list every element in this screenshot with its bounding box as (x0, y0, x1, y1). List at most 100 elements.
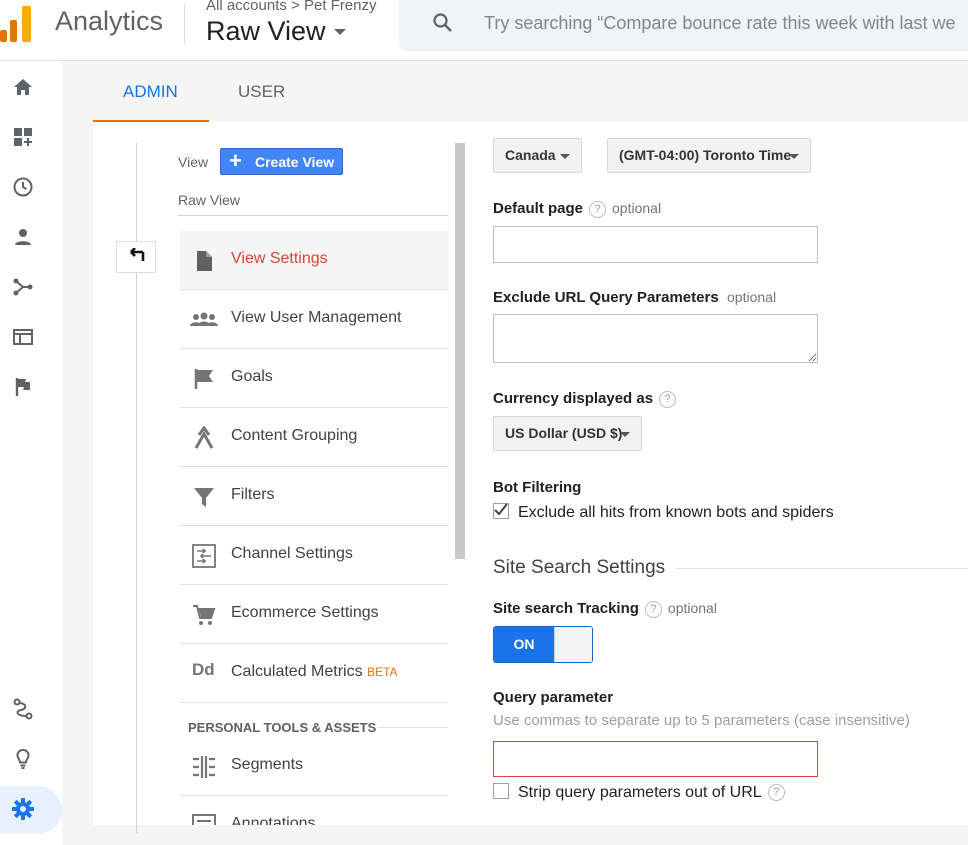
tab-admin[interactable]: ADMIN (123, 82, 178, 102)
nav-item-label: Calculated Metrics BETA (231, 663, 398, 681)
nav-item-label: Content Grouping (231, 427, 358, 444)
create-view-label: Create View (255, 154, 335, 170)
analytics-logo[interactable] (0, 4, 34, 42)
admin-rail-item[interactable] (0, 786, 62, 834)
optional-label: optional (612, 200, 662, 216)
view-selector[interactable]: Raw View (206, 16, 326, 47)
attribution-icon[interactable] (11, 697, 35, 721)
currency-label-text: Currency displayed as (493, 390, 654, 407)
bot-filtering-label: Bot Filtering (493, 479, 582, 496)
exclude-params-label-text: Exclude URL Query Parameters (493, 289, 719, 306)
flag-icon (194, 369, 213, 389)
optional-label: optional (727, 289, 777, 305)
bot-filtering-checkbox[interactable] (493, 503, 509, 519)
section-divider (676, 568, 968, 569)
tab-user[interactable]: USER (238, 82, 285, 102)
calculated-metrics-label: Calculated Metrics (231, 663, 363, 680)
nav-item-content-grouping[interactable]: Content Grouping (180, 408, 448, 467)
site-search-heading: Site Search Settings (493, 557, 666, 578)
caret-down-icon (620, 432, 630, 437)
channel-icon (192, 544, 216, 568)
default-page-input[interactable] (493, 226, 818, 263)
help-icon[interactable]: ? (659, 390, 677, 408)
help-icon[interactable]: ? (644, 600, 662, 618)
caret-down-icon (789, 154, 799, 159)
view-label: View (178, 154, 209, 170)
nav-item-ecommerce-settings[interactable]: Ecommerce Settings (180, 585, 448, 644)
nav-item-label: View User Management (231, 309, 402, 326)
create-view-button[interactable]: + Create View (220, 148, 343, 175)
plus-icon: + (229, 148, 242, 173)
top-header: Analytics All accounts > Pet Frenzy Raw … (0, 0, 968, 61)
gear-icon (12, 798, 34, 820)
filter-icon (194, 488, 214, 507)
default-page-label-text: Default page (493, 200, 584, 217)
nav-item-segments[interactable]: Segments (180, 737, 448, 796)
header-divider (184, 4, 185, 44)
exclude-params-label: Exclude URL Query Parameters optional (493, 289, 776, 306)
timezone-value: (GMT-04:00) Toronto Time (619, 147, 792, 163)
caret-down-icon (560, 154, 570, 159)
strip-params-checkbox[interactable] (493, 783, 509, 799)
admin-tabs: ADMIN USER (93, 62, 968, 122)
search-input[interactable]: Try searching “Compare bounce rate this … (484, 13, 956, 34)
audience-person-icon[interactable] (11, 225, 35, 249)
home-icon[interactable] (11, 75, 35, 99)
document-icon (197, 251, 212, 271)
current-view-name: Raw View (178, 192, 240, 208)
grouping-icon (194, 426, 214, 449)
help-icon[interactable]: ? (589, 200, 607, 218)
personal-tools-heading: PERSONAL TOOLS & ASSETS (188, 720, 377, 735)
conversions-flag-icon[interactable] (11, 375, 35, 399)
acquisition-icon[interactable] (11, 275, 35, 299)
left-rail (0, 61, 62, 845)
nav-item-channel-settings[interactable]: Channel Settings (180, 526, 448, 585)
query-parameter-input[interactable] (493, 741, 818, 777)
currency-value: US Dollar (USD $) (505, 425, 623, 441)
nav-item-annotations[interactable]: Annotations (180, 796, 448, 825)
nav-item-goals[interactable]: Goals (180, 349, 448, 408)
app-title: Analytics (55, 6, 164, 36)
nav-item-view-user-management[interactable]: View User Management (180, 290, 448, 349)
nav-item-label: Channel Settings (231, 545, 353, 562)
customization-icon[interactable] (11, 125, 35, 149)
back-button[interactable] (116, 241, 156, 273)
nav-item-label: Filters (231, 486, 275, 503)
nav-item-label: Annotations (231, 815, 316, 825)
exclude-params-textarea[interactable] (493, 314, 818, 363)
search-icon (433, 13, 452, 32)
cart-icon (193, 605, 216, 625)
breadcrumb[interactable]: All accounts > Pet Frenzy (206, 0, 377, 14)
nav-scrollbar[interactable] (455, 143, 465, 559)
people-icon (190, 312, 218, 326)
currency-dropdown[interactable]: US Dollar (USD $) (493, 416, 642, 451)
default-page-label: Default page? optional (493, 200, 661, 218)
query-parameter-label: Query parameter (493, 689, 614, 706)
segments-icon (193, 756, 215, 778)
site-search-toggle[interactable]: ON (493, 626, 593, 663)
country-dropdown[interactable]: Canada (493, 138, 582, 173)
nav-item-label: View Settings (231, 250, 328, 267)
strip-params-row: Strip query parameters out of URL? (518, 784, 791, 802)
section-divider (378, 727, 448, 728)
behavior-icon[interactable] (11, 325, 35, 349)
nav-item-calculated-metrics[interactable]: Dd Calculated Metrics BETA (180, 644, 448, 703)
annotations-icon (192, 814, 216, 825)
search-bar[interactable]: Try searching “Compare bounce rate this … (399, 0, 968, 51)
nav-item-view-settings[interactable]: View Settings (180, 231, 448, 290)
nav-item-filters[interactable]: Filters (180, 467, 448, 526)
optional-label: optional (667, 600, 717, 616)
caret-down-icon[interactable] (334, 29, 346, 35)
timezone-dropdown[interactable]: (GMT-04:00) Toronto Time (607, 138, 811, 173)
nav-divider (178, 215, 448, 216)
insights-bulb-icon[interactable] (11, 747, 35, 771)
strip-params-label[interactable]: Strip query parameters out of URL (518, 784, 762, 801)
help-icon[interactable]: ? (767, 784, 785, 802)
realtime-clock-icon[interactable] (11, 175, 35, 199)
toggle-knob (554, 627, 592, 662)
query-parameter-hint: Use commas to separate up to 5 parameter… (493, 712, 910, 729)
nav-item-label: Segments (231, 756, 304, 773)
bot-filtering-checkbox-label[interactable]: Exclude all hits from known bots and spi… (518, 504, 834, 522)
beta-badge: BETA (367, 665, 398, 679)
toggle-on-segment: ON (494, 627, 554, 662)
